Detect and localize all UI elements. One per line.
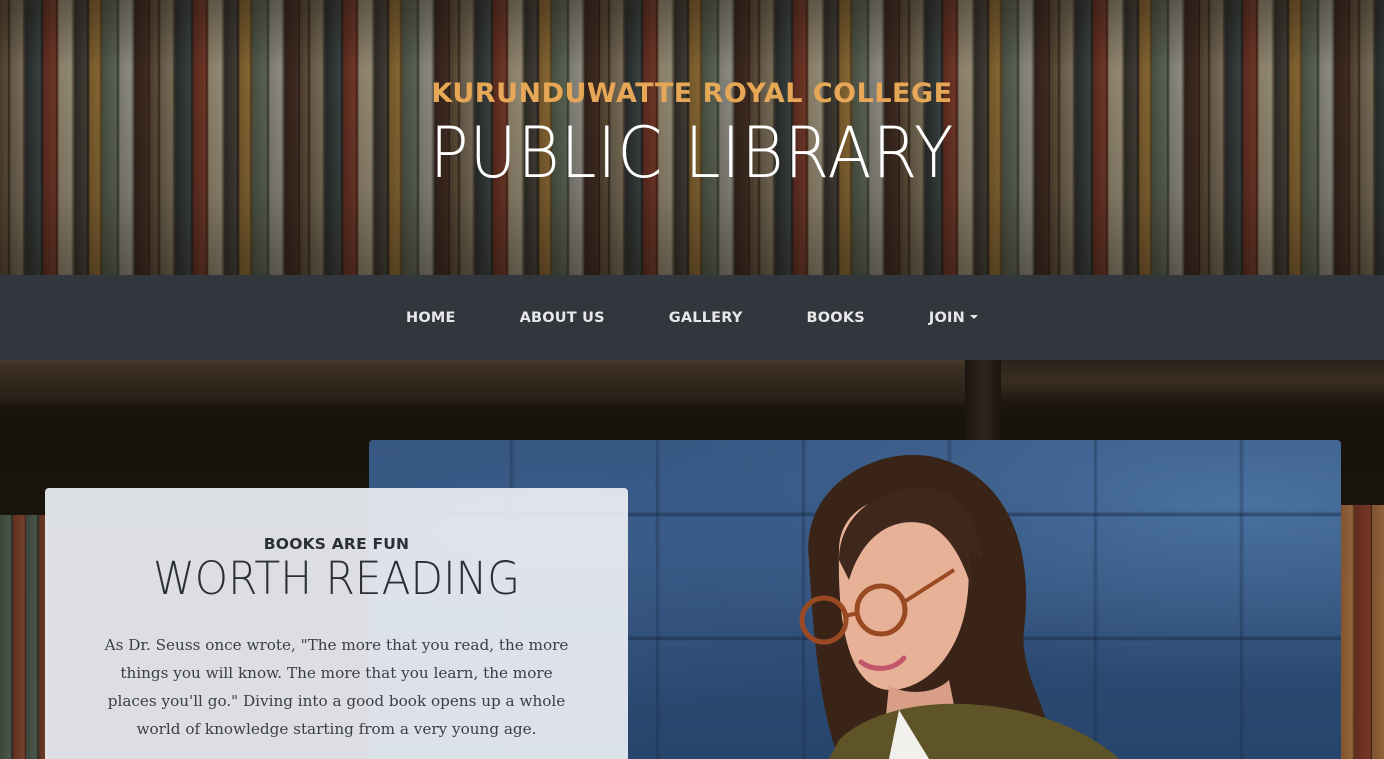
intro-subheading: BOOKS ARE FUN bbox=[263, 535, 410, 553]
background-books-right bbox=[1340, 505, 1384, 759]
main-navbar: HOME ABOUT US GALLERY BOOKS JOIN bbox=[0, 275, 1384, 360]
nav-item-label: JOIN bbox=[928, 309, 965, 326]
nav-item-about-us[interactable]: ABOUT US bbox=[488, 310, 637, 326]
intro-heading: BOOKS ARE FUN WORTH READING bbox=[45, 535, 628, 605]
caret-down-icon bbox=[969, 314, 978, 319]
nav-item-label: HOME bbox=[406, 309, 456, 326]
nav-item-home[interactable]: HOME bbox=[374, 310, 488, 326]
shelf-post bbox=[965, 360, 1001, 440]
nav-item-join-dropdown[interactable]: JOIN bbox=[897, 310, 1010, 326]
nav-item-gallery[interactable]: GALLERY bbox=[637, 310, 775, 326]
intro-body-text: As Dr. Seuss once wrote, "The more that … bbox=[104, 636, 569, 738]
nav-item-label: ABOUT US bbox=[519, 309, 605, 326]
nav-list: HOME ABOUT US GALLERY BOOKS JOIN bbox=[374, 310, 1010, 326]
intro-heading-main: WORTH READING bbox=[152, 552, 521, 605]
site-heading-upper: KURUNDUWATTE ROYAL COLLEGE bbox=[431, 78, 953, 109]
site-heading: KURUNDUWATTE ROYAL COLLEGE PUBLIC LIBRAR… bbox=[0, 78, 1384, 195]
intro-card: BOOKS ARE FUN WORTH READING As Dr. Seuss… bbox=[45, 488, 628, 759]
nav-item-label: BOOKS bbox=[806, 309, 865, 326]
shelf-plank bbox=[0, 360, 965, 404]
nav-item-label: GALLERY bbox=[668, 309, 743, 326]
site-heading-lower: PUBLIC LIBRARY bbox=[429, 112, 955, 194]
nav-item-books[interactable]: BOOKS bbox=[775, 310, 897, 326]
background-books-left bbox=[0, 515, 48, 759]
